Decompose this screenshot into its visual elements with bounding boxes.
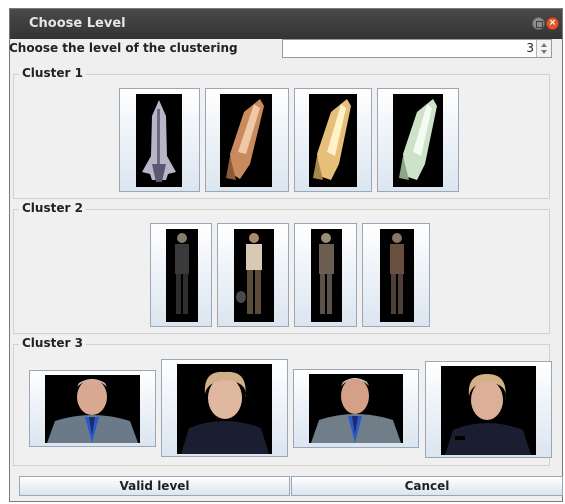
thumbnail-image <box>441 366 536 455</box>
cluster-1-thumb-3[interactable] <box>294 88 372 192</box>
thumbnail-image <box>45 375 140 443</box>
cancel-button[interactable]: Cancel <box>291 476 563 496</box>
cluster-3-thumb-2[interactable] <box>161 359 288 457</box>
cluster-3-thumb-1[interactable] <box>29 370 156 447</box>
window-title: Choose Level <box>29 16 126 31</box>
cluster-3-thumb-4[interactable] <box>425 361 552 458</box>
level-spinner[interactable]: 3 <box>282 39 552 58</box>
cluster-2-thumb-1[interactable] <box>150 223 212 327</box>
cluster-1-thumb-2[interactable] <box>205 88 289 192</box>
cluster-1-thumb-4[interactable] <box>377 88 459 192</box>
valid-level-button[interactable]: Valid level <box>19 476 290 496</box>
thumbnail-image <box>220 94 272 187</box>
thumbnail-image <box>311 229 342 322</box>
cluster-1-label: Cluster 1 <box>19 66 86 80</box>
thumbnail-image <box>393 94 443 187</box>
level-label: Choose the level of the clustering <box>9 41 238 55</box>
spinner-arrows[interactable] <box>536 40 551 57</box>
thumbnail-image <box>309 94 357 187</box>
thumbnail-image <box>166 229 198 322</box>
cluster-2-thumb-4[interactable] <box>362 223 430 327</box>
thumbnail-image <box>177 364 272 454</box>
thumbnail-image <box>380 229 414 322</box>
spinner-down-icon[interactable] <box>541 50 547 54</box>
thumbnail-image <box>309 374 403 443</box>
thumbnail-image <box>136 94 182 187</box>
close-icon[interactable]: × <box>546 17 559 30</box>
thumbnail-image <box>234 229 274 322</box>
title-bar[interactable]: Choose Level × <box>10 9 562 39</box>
cluster-2-thumb-3[interactable] <box>294 223 357 327</box>
cluster-2-thumb-2[interactable] <box>217 223 289 327</box>
spinner-up-icon[interactable] <box>541 43 547 47</box>
level-value[interactable]: 3 <box>526 41 534 55</box>
cluster-1-thumb-1[interactable] <box>119 88 200 192</box>
cluster-3-label: Cluster 3 <box>19 336 86 350</box>
minimize-icon[interactable] <box>532 17 545 30</box>
cluster-3-thumb-3[interactable] <box>293 369 419 448</box>
cluster-2-label: Cluster 2 <box>19 201 86 215</box>
